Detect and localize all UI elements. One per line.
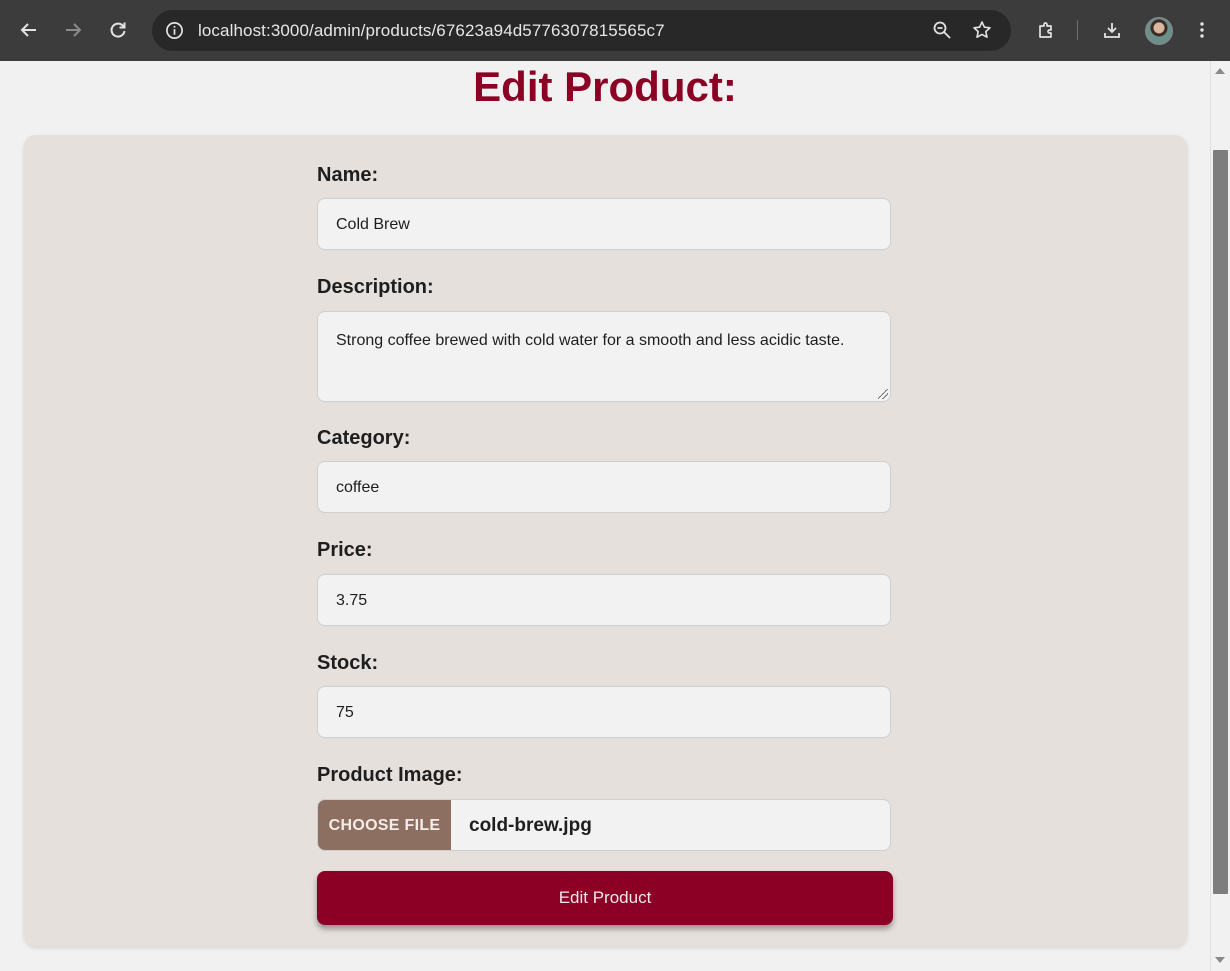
resize-grip-icon[interactable] xyxy=(878,389,888,399)
zoom-icon[interactable] xyxy=(930,18,954,42)
name-label: Name: xyxy=(317,164,379,186)
category-input[interactable]: coffee xyxy=(317,461,891,513)
scroll-up-arrow-icon[interactable] xyxy=(1215,68,1225,74)
stock-label: Stock: xyxy=(317,652,379,674)
description-label: Description: xyxy=(317,276,434,298)
browser-toolbar: localhost:3000/admin/products/67623a94d5… xyxy=(0,0,1230,61)
profile-avatar[interactable] xyxy=(1145,17,1173,45)
back-button[interactable] xyxy=(12,13,46,47)
product-image-label: Product Image: xyxy=(317,764,463,786)
reload-icon xyxy=(110,22,126,38)
page-title: Edit Product: xyxy=(473,63,737,110)
extensions-icon[interactable] xyxy=(1029,13,1063,47)
page-scrollbar[interactable] xyxy=(1210,61,1230,971)
stock-input[interactable]: 75 xyxy=(317,686,891,738)
scroll-thumb[interactable] xyxy=(1213,150,1228,894)
address-bar[interactable]: localhost:3000/admin/products/67623a94d5… xyxy=(152,10,1011,51)
bookmark-star-icon[interactable] xyxy=(970,18,994,42)
site-info-icon[interactable] xyxy=(162,18,186,42)
category-label: Category: xyxy=(317,427,411,449)
back-arrow-icon xyxy=(20,23,36,37)
toolbar-divider xyxy=(1077,20,1078,40)
url-text[interactable]: localhost:3000/admin/products/67623a94d5… xyxy=(198,10,665,51)
choose-file-button[interactable]: CHOOSE FILE xyxy=(318,800,451,850)
forward-arrow-icon xyxy=(66,23,82,37)
edit-product-button[interactable]: Edit Product xyxy=(317,871,893,925)
description-text: Strong coffee brewed with cold water for… xyxy=(336,332,845,349)
name-input[interactable]: Cold Brew xyxy=(317,198,891,250)
menu-dots-icon[interactable] xyxy=(1185,13,1219,47)
scroll-down-arrow-icon[interactable] xyxy=(1215,957,1225,963)
product-image-file-input[interactable]: CHOOSE FILE cold-brew.jpg xyxy=(317,799,891,851)
price-input[interactable]: 3.75 xyxy=(317,574,891,626)
price-label: Price: xyxy=(317,539,373,561)
reload-button[interactable] xyxy=(101,13,135,47)
selected-file-name: cold-brew.jpg xyxy=(469,815,592,836)
description-textarea[interactable]: Strong coffee brewed with cold water for… xyxy=(317,311,891,402)
download-icon[interactable] xyxy=(1095,13,1129,47)
forward-button[interactable] xyxy=(56,13,90,47)
